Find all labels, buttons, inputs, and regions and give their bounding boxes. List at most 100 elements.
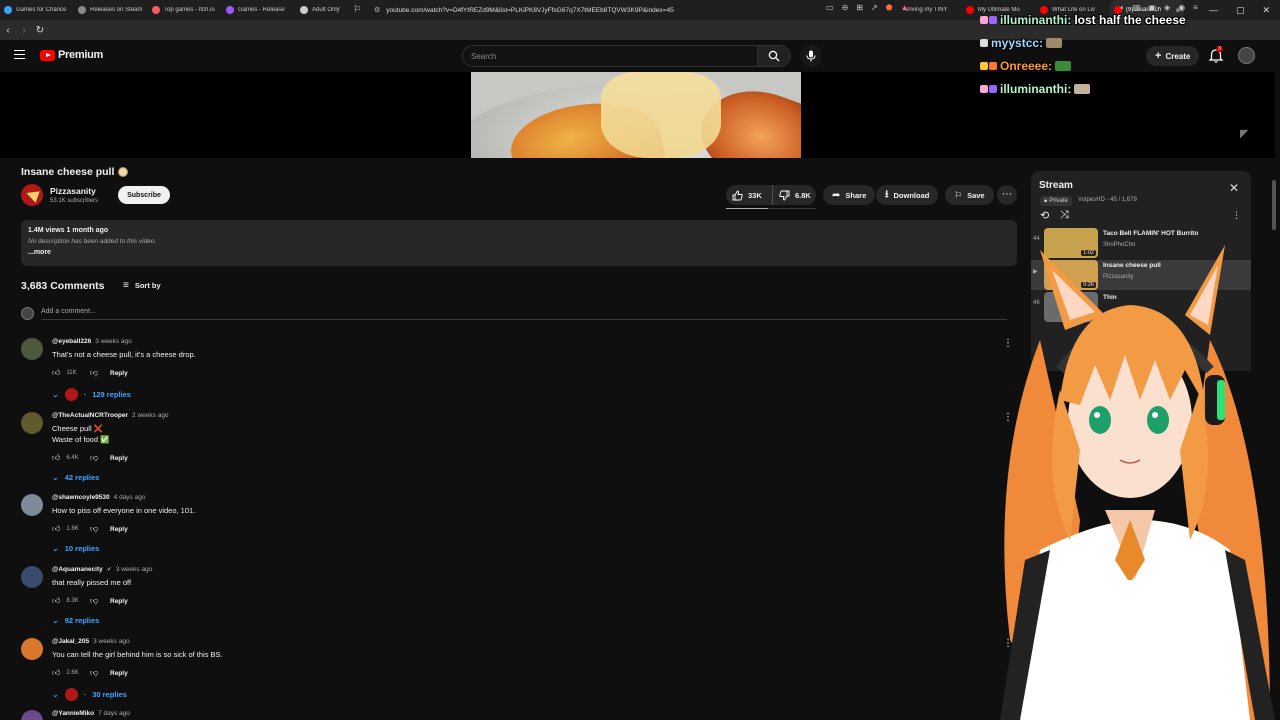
comment-author[interactable]: @TheActualNCRTrooper xyxy=(52,412,128,419)
chat-badge-icon xyxy=(980,15,988,24)
view-replies-button[interactable]: ⌄ · 30 replies xyxy=(52,688,127,701)
comment-reply-button[interactable]: Reply xyxy=(110,670,128,677)
comment-avatar[interactable] xyxy=(21,566,43,588)
user-avatar xyxy=(21,307,34,320)
forward-icon[interactable]: › xyxy=(16,25,32,36)
translate-icon[interactable]: ⊞ xyxy=(856,3,863,12)
comment-time[interactable]: 2 weeks ago xyxy=(132,412,169,419)
site-info-icon[interactable]: ⚙ xyxy=(374,6,380,14)
comment-reply-button[interactable]: Reply xyxy=(110,455,128,462)
comment-like-button[interactable]: 👍︎ 6.4K xyxy=(52,453,90,463)
like-count: 33K xyxy=(748,190,762,200)
comment-dislike-button[interactable]: 👎︎ xyxy=(90,596,110,606)
guide-menu-icon[interactable] xyxy=(14,50,25,59)
download-button[interactable]: ⭳ Download xyxy=(876,185,939,205)
comment-avatar[interactable] xyxy=(21,412,43,434)
comment-like-button[interactable]: 👍︎ 11K xyxy=(52,368,90,378)
save-button[interactable]: ⚐ Save xyxy=(945,185,994,205)
comment-time[interactable]: 4 days ago xyxy=(114,494,146,501)
channel-name[interactable]: Pizzasanity xyxy=(50,186,96,196)
comment-actions: 👍︎ 11K 👎︎ Reply xyxy=(52,368,128,378)
comment-author[interactable]: @Jakal_205 xyxy=(52,638,89,645)
close-window-button[interactable]: ✕ xyxy=(1262,5,1270,16)
address-bar-tools: ▭ ⊖ ⊞ ↗ ⬟ ▲ xyxy=(826,3,909,12)
headphone-light xyxy=(1217,380,1225,420)
comment-author[interactable]: @shawncoyle9530 xyxy=(52,494,110,501)
back-icon[interactable]: ‹ xyxy=(0,25,16,36)
cast-icon[interactable]: ▭ xyxy=(826,3,834,12)
comment-time[interactable]: 7 days ago xyxy=(98,710,130,717)
subscribe-button[interactable]: Subscribe xyxy=(118,186,170,204)
comment-like-button[interactable]: 👍︎ 2.6K xyxy=(52,668,90,678)
comment-dislike-button[interactable]: 👎︎ xyxy=(90,524,110,534)
view-replies-button[interactable]: ⌄ 42 replies xyxy=(52,473,99,482)
share-button[interactable]: ➦ Share xyxy=(823,185,876,205)
account-avatar[interactable] xyxy=(1238,47,1255,64)
playlist-title[interactable]: Stream xyxy=(1039,180,1073,191)
download-label: Download xyxy=(893,190,930,200)
comment-header: @YannieMiko 7 days ago xyxy=(52,710,130,717)
rewards-icon[interactable]: ▲ xyxy=(901,3,909,12)
browser-tab[interactable]: Releases on Steam xyxy=(74,0,148,20)
comment-reply-button[interactable]: Reply xyxy=(110,370,128,377)
theater-mode-icon[interactable]: ◤ xyxy=(1240,127,1248,140)
close-icon[interactable]: ✕ xyxy=(1229,181,1239,195)
share-page-icon[interactable]: ↗ xyxy=(871,3,878,12)
comment-dislike-button[interactable]: 👎︎ xyxy=(90,668,110,678)
bookmark-icon[interactable]: ⚐ xyxy=(353,4,361,15)
chat-message: myystcc: xyxy=(980,31,1240,54)
chat-badge-icon xyxy=(989,15,997,24)
dot-separator: · xyxy=(83,390,87,399)
comment-like-button[interactable]: 👍︎ 1.8K xyxy=(52,524,90,534)
comment-time[interactable]: 3 weeks ago xyxy=(93,638,130,645)
sort-comments-button[interactable]: ≡ Sort by xyxy=(123,280,161,291)
youtube-logo[interactable]: Premium xyxy=(40,49,103,61)
comment-like-button[interactable]: 👍︎ 8.3K xyxy=(52,596,90,606)
comment-time[interactable]: 3 weeks ago xyxy=(95,338,132,345)
comment-avatar[interactable] xyxy=(21,710,43,720)
more-actions-button[interactable]: ⋯ xyxy=(997,185,1017,205)
comments-count: 3,683 Comments xyxy=(21,280,105,292)
title-emoji-icon xyxy=(118,167,129,177)
comment-author[interactable]: @YannieMiko xyxy=(52,710,94,717)
add-comment-input[interactable]: Add a comment... xyxy=(41,308,1007,320)
share-label: Share xyxy=(845,190,867,200)
like-button[interactable]: 33K xyxy=(726,185,773,205)
comment-author[interactable]: @Aquamanecity xyxy=(52,566,103,573)
comment-reply-button[interactable]: Reply xyxy=(110,598,128,605)
comment-actions: 👍︎ 8.3K 👎︎ Reply xyxy=(52,596,128,606)
shield-icon[interactable]: ⬟ xyxy=(886,3,893,12)
lock-icon: 🔒︎ xyxy=(1044,197,1048,204)
comment-like-count: 6.4K xyxy=(66,455,79,461)
microphone-icon xyxy=(806,50,816,62)
browser-tab[interactable]: Games - Release xyxy=(222,0,296,20)
comment-avatar[interactable] xyxy=(21,638,43,660)
view-replies-button[interactable]: ⌄ 92 replies xyxy=(52,616,99,625)
browser-tab[interactable]: Top games - Itch.io xyxy=(148,0,222,20)
view-replies-button[interactable]: ⌄ · 129 replies xyxy=(52,388,131,401)
playlist-privacy-badge: 🔒︎ Private xyxy=(1040,196,1072,206)
address-bar[interactable]: ⚙ youtube.com/watch?v=D4fYtREZd9M&list=P… xyxy=(366,2,906,18)
show-more-link[interactable]: ...more xyxy=(28,249,1010,256)
comment-author[interactable]: @eyeball226 xyxy=(52,338,91,345)
comment-dislike-button[interactable]: 👎︎ xyxy=(90,453,110,463)
comment-avatar[interactable] xyxy=(21,338,43,360)
channel-avatar[interactable] xyxy=(21,184,43,206)
voice-search-button[interactable] xyxy=(800,45,822,67)
dislike-button[interactable]: 6.8K xyxy=(773,190,811,201)
search-button[interactable] xyxy=(757,45,791,67)
reload-icon[interactable]: ↻ xyxy=(32,25,48,36)
like-dislike-group: 33K 6.8K xyxy=(726,185,816,205)
comment-reply-button[interactable]: Reply xyxy=(110,526,128,533)
tab-favicon-icon xyxy=(4,6,12,14)
description-box[interactable]: 1.4M views 1 month ago No description ha… xyxy=(21,220,1017,266)
comment-text: that really pissed me off xyxy=(52,578,132,587)
video-frame[interactable] xyxy=(471,72,801,158)
comment-time[interactable]: 3 weeks ago xyxy=(116,566,153,573)
view-replies-button[interactable]: ⌄ 10 replies xyxy=(52,544,99,553)
browser-tab[interactable]: Games for Chance xyxy=(0,0,74,20)
zoom-icon[interactable]: ⊖ xyxy=(842,3,849,12)
search-input[interactable]: Search xyxy=(462,45,758,67)
comment-avatar[interactable] xyxy=(21,494,43,516)
comment-dislike-button[interactable]: 👎︎ xyxy=(90,368,110,378)
